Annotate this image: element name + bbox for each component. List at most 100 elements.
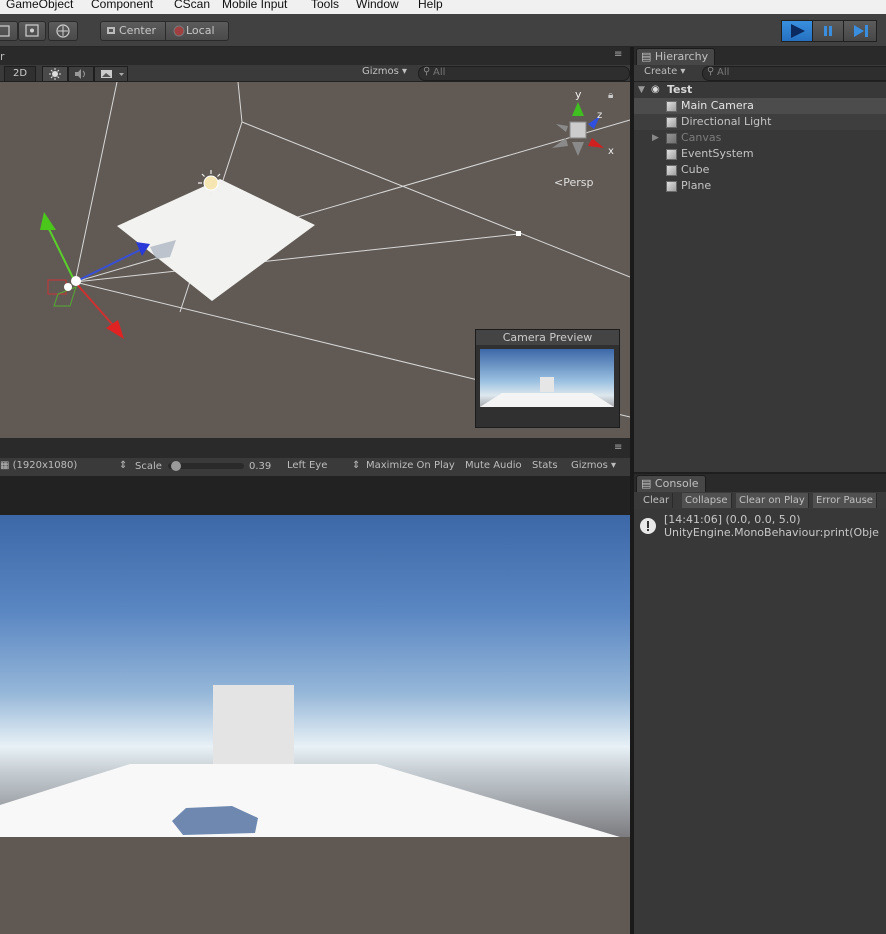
eye-dropdown[interactable]: Left Eye <box>287 460 327 471</box>
scene-viewport[interactable]: y z x <Persp 🔒︎ Camera Preview <box>0 82 630 438</box>
persp-label[interactable]: <Persp <box>554 176 593 189</box>
hierarchy-item-label: Directional Light <box>681 115 772 128</box>
game-plane <box>0 764 620 837</box>
scene-gizmos-dropdown[interactable]: Gizmos ▾ <box>362 66 407 77</box>
console-panel: [14:41:06] (0.0, 0.0, 5.0) UnityEngine.M… <box>634 509 886 934</box>
hierarchy-item-main-camera[interactable]: Main Camera <box>634 98 886 114</box>
menu-component[interactable]: Component <box>91 0 153 11</box>
collapse-button[interactable]: Collapse <box>682 493 732 508</box>
maximize-on-play-toggle[interactable]: Maximize On Play <box>366 460 455 471</box>
menu-window[interactable]: Window <box>356 0 399 11</box>
game-gizmos-dropdown[interactable]: Gizmos ▾ <box>571 460 616 471</box>
hierarchy-item-plane[interactable]: Plane <box>634 178 886 194</box>
log-message: [14:41:06] (0.0, 0.0, 5.0) <box>664 513 801 526</box>
rect-tool-button[interactable] <box>18 21 46 41</box>
scene-tab[interactable]: r <box>0 50 5 63</box>
menu-cscan[interactable]: CScan <box>174 0 210 11</box>
scene-root-row[interactable]: ▼ ◉ Test <box>634 82 886 98</box>
scale-tool-icon <box>0 25 10 37</box>
hierarchy-item-label: EventSystem <box>681 147 754 160</box>
lighting-toggle[interactable] <box>42 66 68 82</box>
gameobject-icon <box>666 117 677 128</box>
camera-preview-image <box>480 349 614 407</box>
resolution-label: (1920x1080) <box>12 460 78 471</box>
hierarchy-tab[interactable]: ▤ Hierarchy <box>636 48 716 65</box>
game-panel-menu-icon[interactable]: ≡ <box>614 442 622 453</box>
gameobject-icon <box>666 101 677 112</box>
collapse-arrow-icon[interactable]: ▶ <box>652 130 659 146</box>
plane-object[interactable] <box>117 179 315 301</box>
create-label: Create <box>644 66 678 77</box>
eye-arrows-icon: ⇕ <box>352 460 361 471</box>
audio-toggle[interactable] <box>68 66 94 82</box>
menu-tools[interactable]: Tools <box>311 0 339 11</box>
axis-x-label: x <box>608 146 614 157</box>
console-icon: ▤ <box>641 477 652 490</box>
hierarchy-item-canvas[interactable]: ▶ Canvas <box>634 130 886 146</box>
menu-mobile-input[interactable]: Mobile Input <box>222 0 287 11</box>
scale-label: Scale <box>135 461 162 472</box>
console-tab-label: Console <box>654 477 699 490</box>
transform-tool-icon <box>56 24 70 38</box>
console-tab-bar: ▤ Console <box>634 474 886 492</box>
log-stacktrace: UnityEngine.MonoBehaviour:print(Obje <box>664 526 879 539</box>
hierarchy-item-directional-light[interactable]: Directional Light <box>634 114 886 130</box>
mode-2d-button[interactable]: 2D <box>4 66 36 82</box>
pause-button[interactable] <box>812 20 844 42</box>
hierarchy-item-eventsystem[interactable]: EventSystem <box>634 146 886 162</box>
stats-toggle[interactable]: Stats <box>532 460 558 471</box>
game-cube <box>213 685 294 767</box>
lock-icon[interactable]: 🔒︎ <box>608 90 613 101</box>
game-letterbox-bottom <box>0 837 630 934</box>
scene-tab-bar: r ≡ <box>0 47 630 65</box>
gameobject-icon <box>666 133 677 144</box>
axis-z-label: z <box>597 110 602 121</box>
error-pause-button[interactable]: Error Pause <box>813 493 877 508</box>
console-tab[interactable]: ▤ Console <box>636 475 706 492</box>
menu-gameobject[interactable]: GameObject <box>6 0 73 11</box>
pivot-label: Center <box>119 24 157 37</box>
create-dropdown[interactable]: Create ▾ <box>644 66 685 77</box>
globe-icon <box>173 25 185 37</box>
camera-preview-title: Camera Preview <box>476 330 619 345</box>
resolution-dropdown[interactable]: ▦ (1920x1080) <box>0 460 77 471</box>
play-button[interactable] <box>781 20 813 42</box>
hierarchy-search-input[interactable]: ⚲ All <box>702 66 886 81</box>
play-icon <box>791 24 805 38</box>
persp-text: Persp <box>563 176 593 189</box>
scale-tool-button[interactable] <box>0 21 18 41</box>
preview-render <box>480 377 614 407</box>
step-button[interactable] <box>843 20 877 42</box>
mute-audio-toggle[interactable]: Mute Audio <box>465 460 522 471</box>
frustum-handle[interactable] <box>516 231 521 236</box>
scene-search-input[interactable]: ⚲ All <box>418 66 630 81</box>
space-local-button[interactable]: Local <box>165 21 229 41</box>
clear-on-play-button[interactable]: Clear on Play <box>736 493 809 508</box>
eye-label: Left Eye <box>287 460 328 471</box>
game-letterbox-top <box>0 477 630 515</box>
space-label: Local <box>186 24 215 37</box>
hierarchy-item-label: Canvas <box>681 131 722 144</box>
game-gizmos-label: Gizmos <box>571 460 608 471</box>
pivot-center-button[interactable]: Center <box>100 21 166 41</box>
menu-help[interactable]: Help <box>418 0 443 11</box>
game-render <box>0 685 620 837</box>
hierarchy-tab-label: Hierarchy <box>654 50 709 63</box>
panel-menu-icon[interactable]: ≡ <box>614 49 622 60</box>
console-log-entry[interactable]: [14:41:06] (0.0, 0.0, 5.0) UnityEngine.M… <box>634 511 886 541</box>
game-viewport[interactable] <box>0 515 630 837</box>
transform-tool-button[interactable] <box>48 21 78 41</box>
effects-dropdown[interactable] <box>94 66 128 82</box>
game-tab-bar: ≡ <box>0 438 630 458</box>
expand-arrow-icon[interactable]: ▼ <box>638 82 645 98</box>
unity-scene-icon: ◉ <box>651 84 660 95</box>
clear-button[interactable]: Clear <box>640 493 674 508</box>
info-icon <box>640 518 656 534</box>
scale-slider[interactable] <box>168 461 244 471</box>
hierarchy-item-label: Plane <box>681 179 712 192</box>
hierarchy-item-cube[interactable]: Cube <box>634 162 886 178</box>
main-toolbar: Center Local <box>0 14 886 47</box>
scale-slider-thumb[interactable] <box>171 461 182 471</box>
speaker-icon <box>75 69 85 79</box>
menu-bar: GameObject Component CScan Mobile Input … <box>0 0 886 14</box>
